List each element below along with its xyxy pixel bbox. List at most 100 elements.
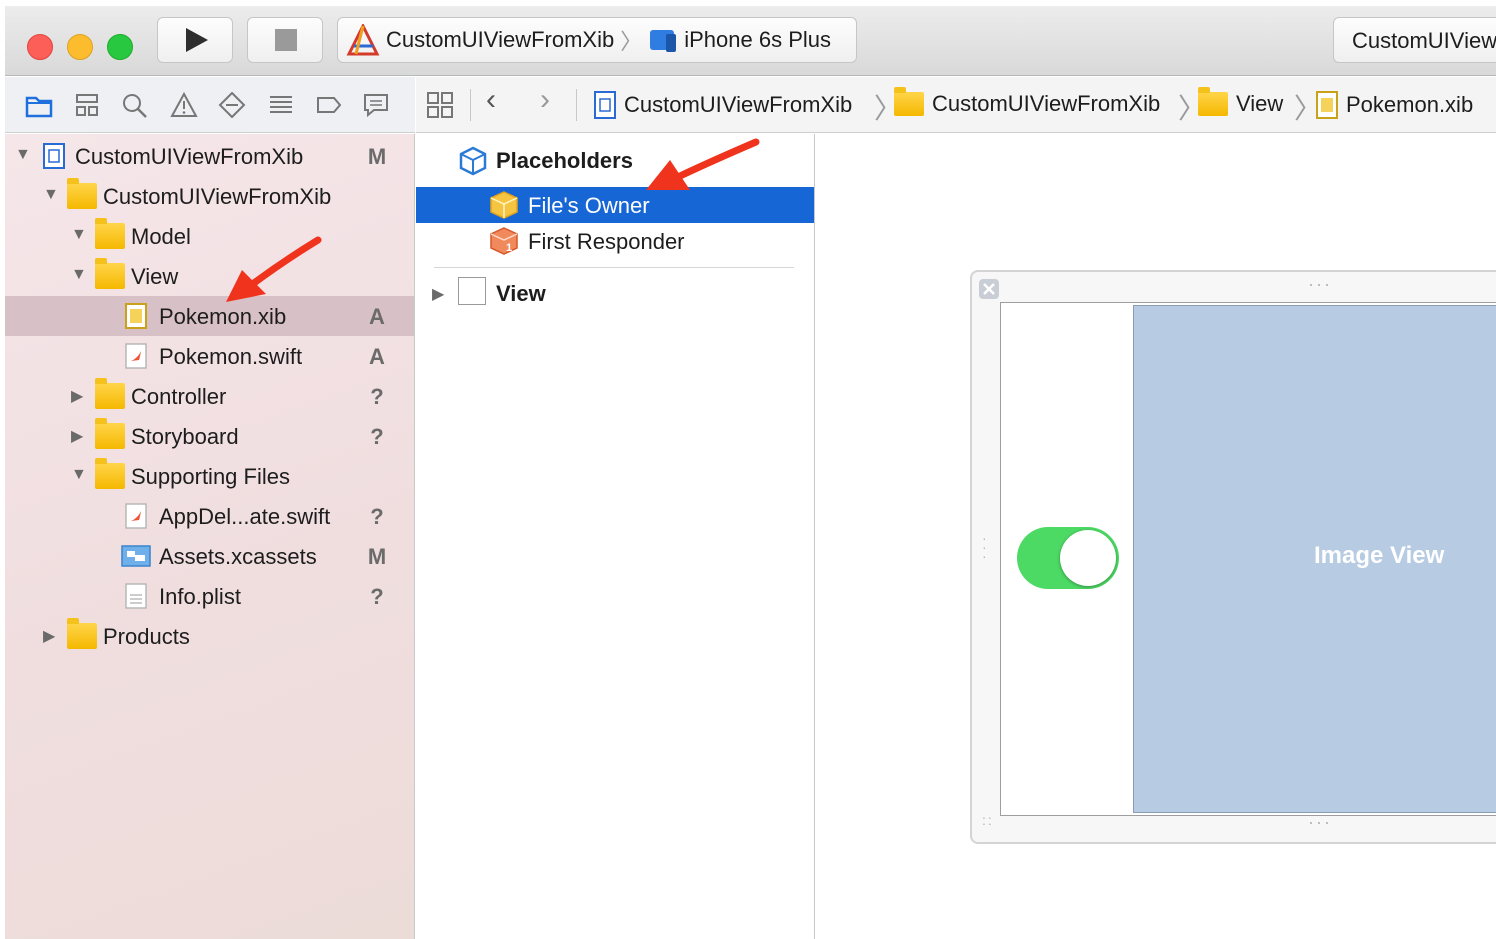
folder-icon [67,178,97,209]
activity-label: CustomUIView [1352,28,1496,53]
test-navigator-tab[interactable] [218,91,246,119]
image-view[interactable]: Image View [1133,305,1496,813]
folder-icon [95,378,125,409]
tree-row-pokemon-swift[interactable]: Pokemon.swift A [5,336,414,376]
disclosure-triangle-closed-icon[interactable]: ▶ [43,626,55,646]
zoom-window-button[interactable] [107,34,133,60]
resize-handle-corner-icon[interactable]: :: [982,812,994,828]
view-scene[interactable]: ··· · · · ··· :: Image View [970,270,1496,844]
symbol-navigator-tab[interactable] [74,91,102,119]
hierarchy-icon [76,94,98,116]
xib-file-icon [1316,91,1338,119]
folder-icon [95,418,125,449]
tree-row-label: Controller [131,384,227,409]
disclosure-triangle-open-icon[interactable]: ▼ [15,146,31,164]
stop-button[interactable] [247,17,323,63]
forward-button[interactable]: › [540,83,550,117]
jumpbar-crumb-label: View [1236,91,1284,116]
tree-row-controller[interactable]: ▶ Controller ? [5,376,414,416]
disclosure-triangle-open-icon[interactable]: ▼ [71,266,87,284]
disclosure-triangle-closed-icon[interactable]: ▶ [432,284,444,304]
disclosure-triangle-open-icon[interactable]: ▼ [71,466,87,484]
outline-row-files-owner[interactable]: File's Owner [416,187,814,223]
breakpoint-navigator-tab[interactable] [315,91,343,119]
outline-divider [434,267,794,268]
folder-icon [1198,87,1228,116]
image-view-label: Image View [1314,542,1445,569]
stop-icon [275,29,297,51]
window-toolbar: CustomUIViewFromXib 〉 iPhone 6s Plus Cus… [5,6,1496,76]
cube-icon [459,146,487,176]
scm-status-badge: A [369,344,385,369]
scm-status-badge: ? [370,424,384,449]
close-window-button[interactable] [27,34,53,60]
jumpbar-crumb-group[interactable]: CustomUIViewFromXib [894,87,1160,117]
tree-row-supporting-files[interactable]: ▼ Supporting Files [5,456,414,496]
scm-status-badge: A [369,304,385,329]
tree-row-group[interactable]: ▼ CustomUIViewFromXib [5,176,414,216]
app-target-icon [346,24,380,56]
jump-bar: ‹ › CustomUIViewFromXib 〉 CustomUIViewFr… [416,77,1496,133]
minimize-window-button[interactable] [67,34,93,60]
jumpbar-crumb-project[interactable]: CustomUIViewFromXib [594,91,852,119]
tree-row-info-plist[interactable]: Info.plist ? [5,576,414,616]
root-view[interactable]: Image View [1000,302,1496,816]
folder-icon [25,96,53,118]
tree-row-assets[interactable]: Assets.xcassets M [5,536,414,576]
scheme-selector[interactable]: CustomUIViewFromXib 〉 iPhone 6s Plus [337,17,857,63]
run-button[interactable] [157,17,233,63]
jumpbar-crumb-file[interactable]: Pokemon.xib [1316,91,1473,119]
tree-row-view[interactable]: ▼ View [5,256,414,296]
issue-navigator-tab[interactable] [170,91,198,119]
swift-file-icon [125,343,147,369]
outline-view-label: View [496,281,546,306]
tree-row-storyboard[interactable]: ▶ Storyboard ? [5,416,414,456]
report-navigator-tab[interactable] [362,91,390,119]
resize-handle-top-icon[interactable]: ··· [1308,274,1332,295]
grid-icon [427,92,453,118]
close-scene-icon[interactable] [978,278,1000,300]
scm-status-badge: ? [370,384,384,409]
disclosure-triangle-open-icon[interactable]: ▼ [43,186,59,204]
tree-row-label: Model [131,224,191,249]
device-icon [650,30,677,52]
debug-navigator-tab[interactable] [267,91,295,119]
plist-file-icon [125,583,147,609]
project-file-icon [594,91,616,119]
folder-icon [95,458,125,489]
scm-status-badge: M [367,144,387,169]
disclosure-triangle-closed-icon[interactable]: ▶ [71,426,83,446]
tree-row-pokemon-xib[interactable]: Pokemon.xib A [5,296,414,336]
first-responder-cube-icon: 1 [490,227,518,255]
warning-icon [170,92,198,117]
scm-status-badge: M [367,544,387,569]
outline-row-view[interactable]: ▶ View [416,275,814,311]
find-navigator-tab[interactable] [121,91,149,119]
tree-row-label: Assets.xcassets [159,544,317,569]
tree-row-project[interactable]: ▼ CustomUIViewFromXib M [5,136,414,176]
disclosure-triangle-closed-icon[interactable]: ▶ [71,386,83,406]
disclosure-triangle-open-icon[interactable]: ▼ [71,226,87,244]
tree-row-products[interactable]: ▶ Products [5,616,414,656]
tree-row-label: AppDel...ate.swift [159,504,331,529]
tree-row-label: Storyboard [131,424,239,449]
tree-row-appdelegate[interactable]: AppDel...ate.swift ? [5,496,414,536]
back-button[interactable]: ‹ [486,83,496,117]
project-navigator-tab[interactable] [25,91,53,119]
breakpoint-icon [317,97,342,113]
scheme-target-label: CustomUIViewFromXib [386,27,615,52]
tree-row-model[interactable]: ▼ Model [5,216,414,256]
jumpbar-crumb-label: CustomUIViewFromXib [624,92,853,117]
svg-text:1: 1 [506,242,512,254]
first-responder-label: First Responder [528,229,685,254]
uiswitch-toggle[interactable] [1017,527,1119,589]
resize-handle-left-icon[interactable]: · · · [982,531,987,563]
placeholders-label: Placeholders [496,148,633,173]
jumpbar-crumb-view[interactable]: View [1198,87,1284,117]
outline-row-first-responder[interactable]: 1 First Responder [416,223,814,259]
list-icon [270,96,292,113]
related-items-button[interactable] [426,91,454,119]
folder-icon [95,258,125,289]
scm-status-badge: ? [370,504,384,529]
tree-row-label: Supporting Files [131,464,290,489]
